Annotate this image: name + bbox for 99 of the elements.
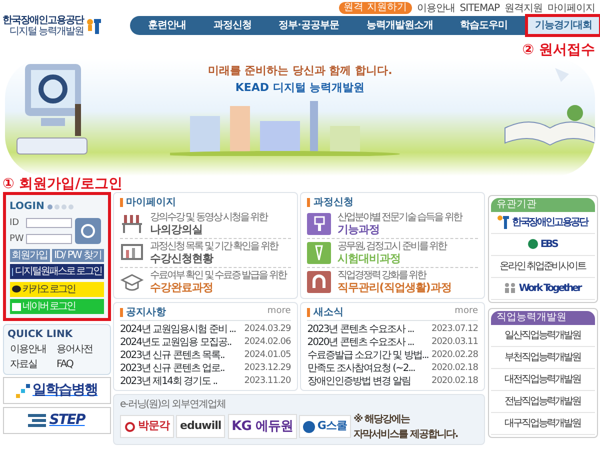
quick-link[interactable]: FAQ <box>56 356 103 372</box>
site-link[interactable]: 한국장애인고용공단 <box>490 212 594 234</box>
post-date: 2020.02.18 <box>431 362 478 375</box>
more-link[interactable]: more <box>454 305 478 319</box>
find-account-button[interactable]: ID/ PW 찾기 <box>52 248 104 262</box>
logo-icon <box>86 17 102 35</box>
site-link[interactable]: 온라인 취업준비사이트 <box>490 256 594 278</box>
kakao-login-button[interactable]: 카카오 로그인 <box>10 282 104 296</box>
nav-tab[interactable]: 학습도우미 <box>452 16 516 35</box>
post-title[interactable]: 2020년 콘텐츠 수요조사 ... <box>307 336 414 349</box>
subtitle-note: 자막서비스를 제공합니다. <box>353 428 458 442</box>
top-link[interactable]: 이용안내 <box>416 0 455 16</box>
desk-icon <box>120 213 144 235</box>
nav-tab[interactable]: 정부·공공부문 <box>270 16 347 35</box>
circle-icon <box>303 420 316 432</box>
password-input[interactable] <box>26 234 72 244</box>
partner-logo[interactable]: KG 에듀원 <box>228 414 297 440</box>
post-title[interactable]: 만족도 조사참여요청 (~2... <box>307 362 415 375</box>
login-title: LOGIN <box>10 200 44 214</box>
steps-icon <box>16 384 30 398</box>
board-title: 공지사항 <box>126 306 166 320</box>
title-bar-icon <box>120 308 123 316</box>
stripes-icon <box>28 413 46 427</box>
annotation-label: ① 회원가입/로그인 <box>2 176 124 192</box>
post-date: 2023.11.20 <box>244 375 291 388</box>
brush-icon <box>307 213 332 235</box>
panel-link[interactable]: 강의수강 및 동영상 시청을 위한 나의강의실 <box>120 210 291 239</box>
banner-title: KEAD 디지털 능력개발원 <box>235 80 365 96</box>
panel-title: 과정신청 <box>313 196 354 210</box>
site-link[interactable]: EBS <box>490 234 594 256</box>
panel-link[interactable]: 직업경쟁력 강화를 위한 직무관리(직업생활)과정 <box>307 268 478 296</box>
site-link[interactable]: 일산직업능력개발원 <box>490 324 594 346</box>
pen-icon <box>307 242 332 264</box>
quick-link[interactable]: 이용안내 <box>10 342 56 356</box>
logo-icon <box>497 215 510 229</box>
partner-title: e-러닝(원)의 외부연계업체 <box>120 398 227 412</box>
panel-title: 마이페이지 <box>126 196 176 210</box>
site-link[interactable]: Work Together <box>490 278 594 300</box>
quick-link[interactable]: 용어사전 <box>56 342 103 356</box>
ring-icon <box>124 422 136 432</box>
nav-tab[interactable]: 훈련안내 <box>140 16 194 35</box>
post-title[interactable]: 장애인인증방법 변경 알림 <box>307 375 411 388</box>
partner-logo[interactable]: eduwill <box>176 415 226 438</box>
quick-link-title: QUICK LINK <box>8 328 74 342</box>
site-link[interactable]: 부천직업능력개발원 <box>490 346 594 368</box>
side-banner[interactable]: 일학습병행 <box>2 377 110 404</box>
post-date: 2023.07.12 <box>431 323 478 336</box>
logo-subtitle: 디지털 능력개발원 <box>8 26 84 37</box>
site-link[interactable]: 대전직업능력개발원 <box>490 368 594 390</box>
onepass-login-button[interactable]: 디지털원패스로 로그인 <box>10 264 104 279</box>
post-title[interactable]: 2023년 제14회 경기도 .. <box>120 375 218 388</box>
top-link[interactable]: 원격지원 <box>504 0 542 16</box>
post-date: 2024.02.06 <box>244 336 291 349</box>
panel-link[interactable]: 산업분야별 전문기술 습득을 위한 기능과정 <box>307 210 478 239</box>
logo-title: 한국장애인고용공단 <box>2 15 84 26</box>
panel-link[interactable]: 과정신청 목록 및 기간 확인을 위한 수강신청현황 <box>120 239 291 268</box>
post-date: 2023.12.29 <box>244 362 291 375</box>
quick-link[interactable]: 자료실 <box>10 356 56 372</box>
title-bar-icon <box>307 198 310 207</box>
nav-tab[interactable]: 능력개발원소개 <box>358 16 441 35</box>
annotation-label: ② 원서접수 <box>522 42 595 58</box>
side-banner[interactable]: STEP <box>2 406 110 434</box>
banner-tagline: 미래를 준비하는 당신과 함께 합니다. <box>208 63 392 79</box>
box-title: 유관기관 <box>490 198 594 212</box>
post-date: 2020.02.18 <box>431 375 478 388</box>
post-title[interactable]: 2023년 신규 콘텐츠 업로.. <box>120 362 224 375</box>
more-link[interactable]: more <box>267 305 291 319</box>
top-link[interactable]: SITEMAP <box>460 0 500 16</box>
top-link[interactable]: 마이페이지 <box>548 0 595 16</box>
board-title: 새소식 <box>313 306 344 320</box>
title-bar-icon <box>120 198 123 207</box>
id-label: ID <box>10 216 20 230</box>
box-title: 직업능력개발원 <box>490 310 594 324</box>
post-date: 2024.03.29 <box>244 323 291 336</box>
partner-logo[interactable]: G스쿨 <box>299 415 351 438</box>
post-date: 2020.02.28 <box>431 349 478 362</box>
id-input[interactable] <box>26 218 72 228</box>
site-link[interactable]: 전남직업능력개발원 <box>490 390 594 412</box>
post-title[interactable]: 2023년 신규 콘텐츠 목록.. <box>120 349 224 362</box>
people-icon <box>504 283 516 293</box>
post-title[interactable]: 2024년도 교원임용 모집공.. <box>120 336 232 349</box>
signup-button[interactable]: 회원가입 <box>10 248 50 262</box>
title-bar-icon <box>307 308 310 316</box>
panel-link[interactable]: 수료여부 확인 및 수료증 발급을 위한 수강완료과정 <box>120 268 291 296</box>
post-title[interactable]: 2023년 콘텐츠 수요조사 ... <box>307 323 414 336</box>
subtitle-note: ※ 해당강에는 <box>353 412 411 426</box>
site-link[interactable]: 대구직업능력개발원 <box>490 412 594 434</box>
login-button[interactable] <box>74 218 100 244</box>
post-date: 2024.01.05 <box>244 349 291 362</box>
partner-logo[interactable]: 박문각 <box>120 415 174 438</box>
post-title[interactable]: 2024년 교원임용시험 준비 ... <box>120 323 236 336</box>
speech-bubble-icon <box>12 285 20 293</box>
nav-tab[interactable]: 기능경기대회 <box>526 16 600 35</box>
magnet-icon <box>307 271 332 293</box>
nav-tab[interactable]: 과정신청 <box>205 16 260 35</box>
post-title[interactable]: 수료증발급 소요기간 및 방법... <box>307 349 428 362</box>
post-date: 2020.03.11 <box>431 336 478 349</box>
panel-link[interactable]: 공무원, 검정고시 준비를 위한 시험대비과정 <box>307 239 478 268</box>
pw-label: PW <box>10 232 24 246</box>
